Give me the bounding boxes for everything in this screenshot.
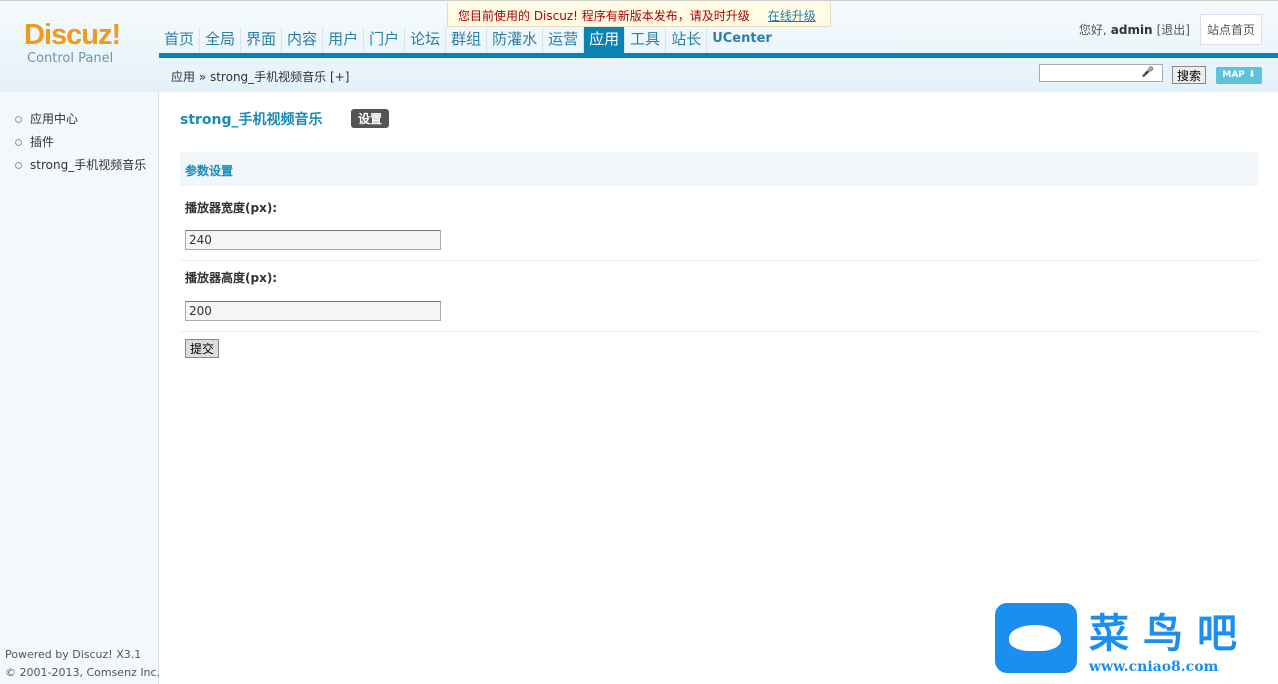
nav-item[interactable]: 内容: [281, 27, 322, 54]
width-label: 播放器宽度(px):: [185, 201, 278, 215]
nav-item[interactable]: 论坛: [404, 27, 445, 54]
nav-item[interactable]: 运营: [542, 27, 583, 54]
nav-item[interactable]: 应用: [583, 27, 625, 54]
sidebar: 应用中心 插件 strong_手机视频音乐: [0, 92, 159, 684]
submit-button[interactable]: 提交: [185, 339, 220, 358]
update-notice: 您目前使用的 Discuz! 程序有新版本发布，请及时升级 在线升级: [447, 2, 831, 27]
nav-bar-line: [159, 53, 1278, 58]
site-home-button[interactable]: 站点首页: [1199, 14, 1262, 45]
page-title: strong_手机视频音乐: [180, 112, 323, 128]
nav-item[interactable]: UCenter: [706, 27, 777, 54]
map-button[interactable]: MAP ⬇: [1216, 67, 1262, 84]
logo-brand: Discuz!: [24, 19, 121, 51]
nav-item[interactable]: 门户: [363, 27, 404, 54]
divider: [180, 331, 1260, 332]
nav-item[interactable]: 防灌水: [486, 27, 542, 54]
breadcrumb[interactable]: 应用 » strong_手机视频音乐 [+]: [171, 68, 349, 85]
width-input[interactable]: 240: [185, 230, 441, 250]
copyright: © 2001-2013, Comsenz Inc.: [5, 666, 161, 679]
top-nav: 首页 全局 界面 内容 用户 门户 论坛 群组 防灌水 运营 应用 工具 站长 UCenter: [159, 27, 777, 54]
footer: Powered by Discuz! X3.1 © 2001-2013, Com…: [5, 646, 160, 682]
notice-text: 您目前使用的 Discuz! 程序有新版本发布，请及时升级: [458, 9, 750, 23]
height-input[interactable]: 200: [185, 301, 441, 321]
search-button[interactable]: 搜索: [1172, 66, 1207, 84]
arrow-down-icon: ⬇: [1248, 70, 1256, 80]
settings-tab[interactable]: 设置: [351, 109, 390, 128]
height-label: 播放器高度(px):: [185, 271, 278, 285]
online-upgrade-link[interactable]: 在线升级: [768, 9, 816, 23]
microphone-icon: 🎤: [1141, 67, 1154, 78]
user-info: 您好, admin [退出] 站点首页: [1079, 14, 1262, 45]
map-label: MAP: [1222, 70, 1245, 80]
logo-subtitle: Control Panel: [27, 51, 114, 66]
nav-item[interactable]: 首页: [159, 27, 199, 54]
section-header: 参数设置: [180, 152, 1258, 186]
nav-item[interactable]: 群组: [445, 27, 486, 54]
sidebar-item[interactable]: 插件: [0, 131, 158, 154]
header: Discuz! Control Panel 首页 全局 界面 内容 用户 门户 论坛 群组 防灌…: [0, 0, 1278, 92]
nav-item[interactable]: 用户: [322, 27, 363, 54]
bird-logo-icon: [995, 603, 1077, 673]
logout-link[interactable]: [退出]: [1157, 21, 1190, 38]
nav-item[interactable]: 工具: [624, 27, 665, 54]
greeting: 您好,: [1078, 23, 1107, 37]
powered-by: Powered by Discuz! X3.1: [5, 648, 142, 661]
watermark: 菜鸟吧 www.cniao8.com: [995, 601, 1251, 675]
username: admin: [1110, 22, 1153, 37]
divider: [180, 260, 1260, 261]
sidebar-item[interactable]: strong_手机视频音乐: [0, 154, 158, 177]
watermark-name: 菜鸟吧: [1089, 610, 1251, 657]
sidebar-item[interactable]: 应用中心: [0, 108, 158, 131]
nav-item[interactable]: 界面: [240, 27, 281, 54]
search-input[interactable]: 🎤: [1039, 64, 1163, 82]
nav-item[interactable]: 站长: [665, 27, 706, 54]
nav-item[interactable]: 全局: [199, 27, 240, 54]
watermark-url: www.cniao8.com: [1089, 659, 1219, 675]
logo[interactable]: Discuz! Control Panel: [24, 19, 134, 66]
